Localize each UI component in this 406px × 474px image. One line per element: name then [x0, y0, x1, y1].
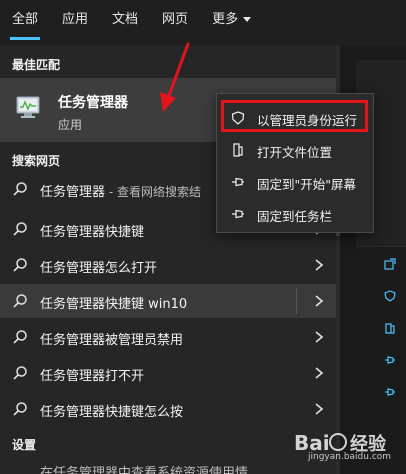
tab-apps[interactable]: 应用: [50, 0, 100, 40]
menu-item-pin-to-start[interactable]: 固定到"开始"屏幕: [223, 168, 369, 196]
search-tab-bar: 全部 应用 文档 网页 更多: [0, 0, 406, 40]
search-icon: [13, 402, 27, 416]
pin-icon: [232, 209, 244, 219]
tab-more[interactable]: 更多: [200, 0, 263, 40]
menu-item-open-file-location[interactable]: 打开文件位置: [223, 136, 369, 164]
web-result-row[interactable]: 任务管理器被管理员禁用: [0, 320, 336, 354]
menu-item-label: 固定到"开始"屏幕: [257, 177, 356, 192]
tab-label: 文档: [112, 12, 139, 27]
chevron-right-icon[interactable]: [313, 402, 325, 416]
tab-label: 更多: [212, 12, 239, 27]
web-result-label: 任务管理器被管理员禁用: [40, 333, 184, 348]
web-result-row[interactable]: 任务管理器快捷键 win10: [0, 284, 336, 318]
section-best-match: 最佳匹配: [12, 58, 61, 72]
chevron-right-icon[interactable]: [313, 366, 325, 380]
search-icon: [13, 330, 27, 344]
search-icon: [13, 294, 27, 308]
menu-item-label: 打开文件位置: [257, 145, 333, 160]
search-icon: [13, 222, 27, 236]
web-result-label: 任务管理器 - 查看网络搜索结: [40, 185, 201, 200]
search-icon: [13, 182, 27, 196]
chevron-right-icon[interactable]: [313, 258, 325, 272]
watermark-site: jingyan.baidu.com: [308, 452, 392, 462]
tab-all[interactable]: 全部: [0, 0, 50, 40]
annotation-arrow-icon: [160, 42, 190, 112]
pin-icon[interactable]: [384, 354, 396, 366]
web-result-row[interactable]: 任务管理器打不开: [0, 356, 336, 390]
search-icon: [13, 366, 27, 380]
settings-result-row[interactable]: 在任务管理器中查看系统资源使用情: [0, 458, 336, 474]
open-icon[interactable]: [384, 258, 396, 270]
web-result-label: 任务管理器快捷键 win10: [40, 297, 188, 312]
section-settings: 设置: [12, 438, 37, 452]
tab-documents[interactable]: 文档: [100, 0, 150, 40]
web-result-label: 任务管理器打不开: [40, 369, 145, 384]
web-result-row[interactable]: 任务管理器怎么打开: [0, 248, 336, 282]
annotation-highlight-box: [221, 100, 368, 132]
menu-item-pin-to-taskbar[interactable]: 固定到任务栏: [223, 200, 369, 228]
chevron-down-icon: [243, 17, 252, 22]
tab-label: 网页: [162, 12, 189, 27]
task-manager-icon: [16, 96, 40, 118]
pin-icon[interactable]: [384, 386, 396, 398]
section-search-web: 搜索网页: [12, 154, 61, 168]
settings-result-label: 在任务管理器中查看系统资源使用情: [40, 466, 249, 474]
folder-icon[interactable]: [384, 322, 396, 334]
tab-label: 全部: [12, 12, 39, 27]
web-result-label: 任务管理器快捷键: [40, 225, 145, 240]
web-result-row[interactable]: 任务管理器快捷键怎么按: [0, 392, 336, 426]
folder-icon: [233, 143, 243, 157]
row-separator: [296, 288, 297, 314]
tab-label: 应用: [62, 12, 89, 27]
menu-item-label: 固定到任务栏: [257, 209, 333, 224]
web-result-label: 任务管理器怎么打开: [40, 261, 158, 276]
chevron-right-icon[interactable]: [313, 294, 325, 308]
best-match-title: 任务管理器: [58, 95, 128, 111]
best-match-subtitle: 应用: [58, 118, 83, 132]
search-icon: [13, 258, 27, 272]
shield-icon[interactable]: [384, 290, 396, 302]
pin-icon: [232, 177, 244, 187]
web-result-label: 任务管理器快捷键怎么按: [40, 405, 184, 420]
tab-web[interactable]: 网页: [150, 0, 200, 40]
baidu-watermark-icon: Bai 经验: [294, 431, 387, 455]
chevron-right-icon[interactable]: [313, 330, 325, 344]
